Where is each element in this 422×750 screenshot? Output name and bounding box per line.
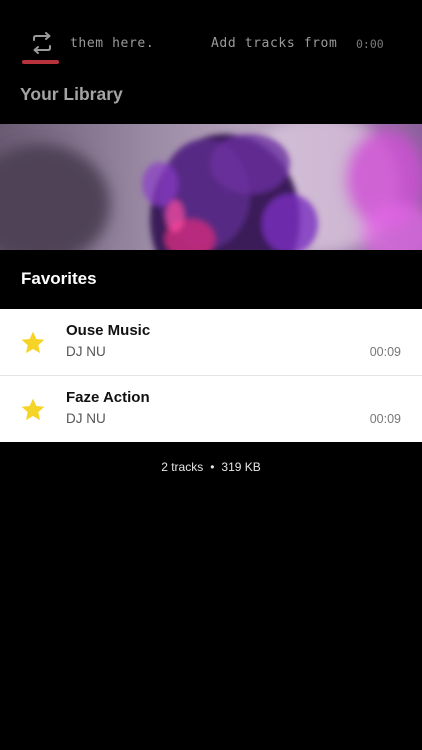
track-count: 2 tracks (161, 460, 204, 474)
playlist-artwork (0, 124, 422, 250)
repeat-active-indicator (22, 60, 59, 64)
track-title: Faze Action (66, 389, 150, 406)
playback-time: 0:00 (356, 37, 384, 51)
track-duration: 00:09 (369, 345, 401, 359)
track-artist: DJ NU (66, 344, 106, 359)
track-row[interactable]: Faze Action DJ NU 00:09 (0, 376, 422, 442)
playlist-summary: 2 tracks • 319 KB (0, 460, 422, 474)
now-playing-marquee-right: Add tracks from (211, 36, 338, 51)
now-playing-marquee-left: them here. (70, 36, 155, 51)
star-icon (21, 331, 45, 354)
track-artist: DJ NU (66, 411, 106, 426)
playlist-title: Favorites (21, 269, 97, 288)
library-title: Your Library (20, 84, 123, 104)
repeat-icon[interactable] (30, 32, 54, 54)
summary-separator: • (210, 460, 215, 474)
track-list: Ouse Music DJ NU 00:09 Faze Action DJ NU… (0, 309, 422, 442)
playlist-size: 319 KB (221, 460, 261, 474)
star-icon (21, 398, 45, 421)
track-title: Ouse Music (66, 322, 151, 339)
track-row[interactable]: Ouse Music DJ NU 00:09 (0, 309, 422, 376)
track-duration: 00:09 (369, 412, 401, 426)
now-playing-bar: them here. Add tracks from 0:00 (0, 0, 422, 70)
